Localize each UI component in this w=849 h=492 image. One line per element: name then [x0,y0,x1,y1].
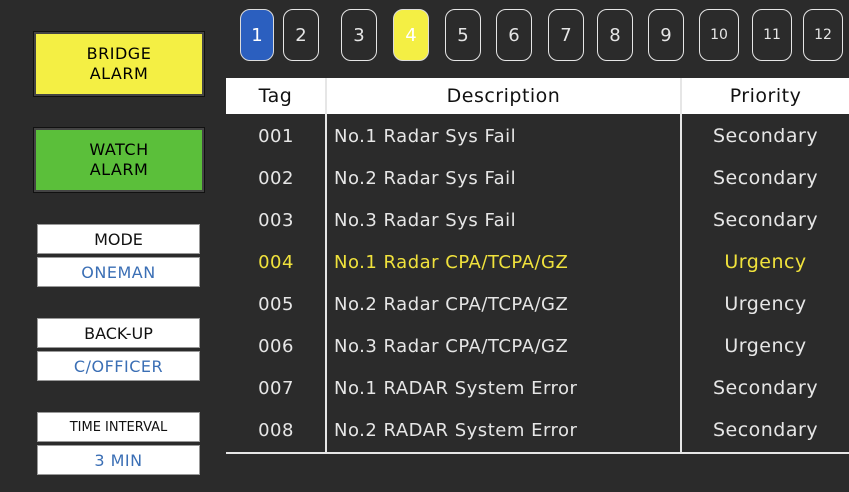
table-row[interactable]: 007 No.1 RADAR System Error Secondary [226,367,849,409]
row-tag: 007 [258,377,294,399]
tab-10[interactable]: 10 [699,9,739,61]
row-priority: Secondary [712,167,819,189]
time-interval-value[interactable]: 3 MIN [37,445,200,475]
row-description: No.1 Radar Sys Fail [334,125,517,147]
row-priority: Secondary [712,209,819,231]
time-interval-box: TIME INTERVAL 3 MIN [37,412,200,475]
backup-value[interactable]: C/OFFICER [37,351,200,381]
row-tag: 008 [258,419,294,441]
left-panel: BRIDGE ALARM WATCH ALARM MODE ONEMAN BAC… [3,4,219,488]
tab-7[interactable]: 7 [548,9,584,61]
backup-box: BACK-UP C/OFFICER [37,318,200,381]
tab-8[interactable]: 8 [597,9,633,61]
tab-5[interactable]: 5 [445,9,481,61]
header-tag: Tag [226,78,325,114]
mode-label: MODE [37,224,200,254]
backup-label: BACK-UP [37,318,200,348]
row-description: No.3 Radar Sys Fail [334,209,517,231]
row-priority: Urgency [724,335,807,357]
tab-12[interactable]: 12 [803,9,843,61]
tab-4[interactable]: 4 [393,9,429,61]
watch-alarm-button[interactable]: WATCH ALARM [33,127,205,193]
row-tag: 003 [258,209,294,231]
tab-9[interactable]: 9 [648,9,684,61]
tab-1[interactable]: 1 [240,9,274,61]
tab-2[interactable]: 2 [283,9,319,61]
row-description: No.3 Radar CPA/TCPA/GZ [334,335,569,357]
table-row[interactable]: 005 No.2 Radar CPA/TCPA/GZ Urgency [226,283,849,325]
row-tag: 006 [258,335,294,357]
bridge-alarm-line2: ALARM [89,64,149,83]
row-priority: Secondary [712,125,819,147]
row-priority: Secondary [712,377,819,399]
row-description: No.2 Radar Sys Fail [334,167,517,189]
row-tag: 001 [258,125,294,147]
alarm-table: Tag Description Priority 001 No.1 Radar … [226,78,849,492]
table-row[interactable]: 008 No.2 RADAR System Error Secondary [226,409,849,451]
mode-box: MODE ONEMAN [37,224,200,287]
watch-alarm-line2: ALARM [89,160,149,179]
row-tag: 004 [258,251,294,273]
table-row[interactable]: 002 No.2 Radar Sys Fail Secondary [226,157,849,199]
row-tag: 002 [258,167,294,189]
header-description: Description [327,78,680,114]
bridge-alarm-line1: BRIDGE [86,44,152,63]
alarm-monitor-screen: BRIDGE ALARM WATCH ALARM MODE ONEMAN BAC… [0,0,849,492]
row-description: No.1 RADAR System Error [334,377,578,399]
table-bottom-divider [226,452,849,454]
tab-11[interactable]: 11 [752,9,792,61]
row-priority: Urgency [724,251,807,273]
row-description: No.2 Radar CPA/TCPA/GZ [334,293,569,315]
row-priority: Secondary [712,419,819,441]
table-row[interactable]: 006 No.3 Radar CPA/TCPA/GZ Urgency [226,325,849,367]
mode-value[interactable]: ONEMAN [37,257,200,287]
watch-alarm-line1: WATCH [89,140,149,159]
table-row[interactable]: 001 No.1 Radar Sys Fail Secondary [226,115,849,157]
page-tabs: 1 2 3 4 5 6 7 8 9 10 11 12 [226,0,849,78]
table-row[interactable]: 003 No.3 Radar Sys Fail Secondary [226,199,849,241]
tab-6[interactable]: 6 [496,9,532,61]
table-row-selected[interactable]: 004 No.1 Radar CPA/TCPA/GZ Urgency [226,241,849,283]
row-tag: 005 [258,293,294,315]
row-description: No.1 Radar CPA/TCPA/GZ [334,251,569,273]
row-priority: Urgency [724,293,807,315]
tab-3[interactable]: 3 [341,9,377,61]
row-description: No.2 RADAR System Error [334,419,578,441]
bridge-alarm-button[interactable]: BRIDGE ALARM [33,31,205,97]
time-interval-label: TIME INTERVAL [37,412,200,442]
header-priority: Priority [682,78,849,114]
